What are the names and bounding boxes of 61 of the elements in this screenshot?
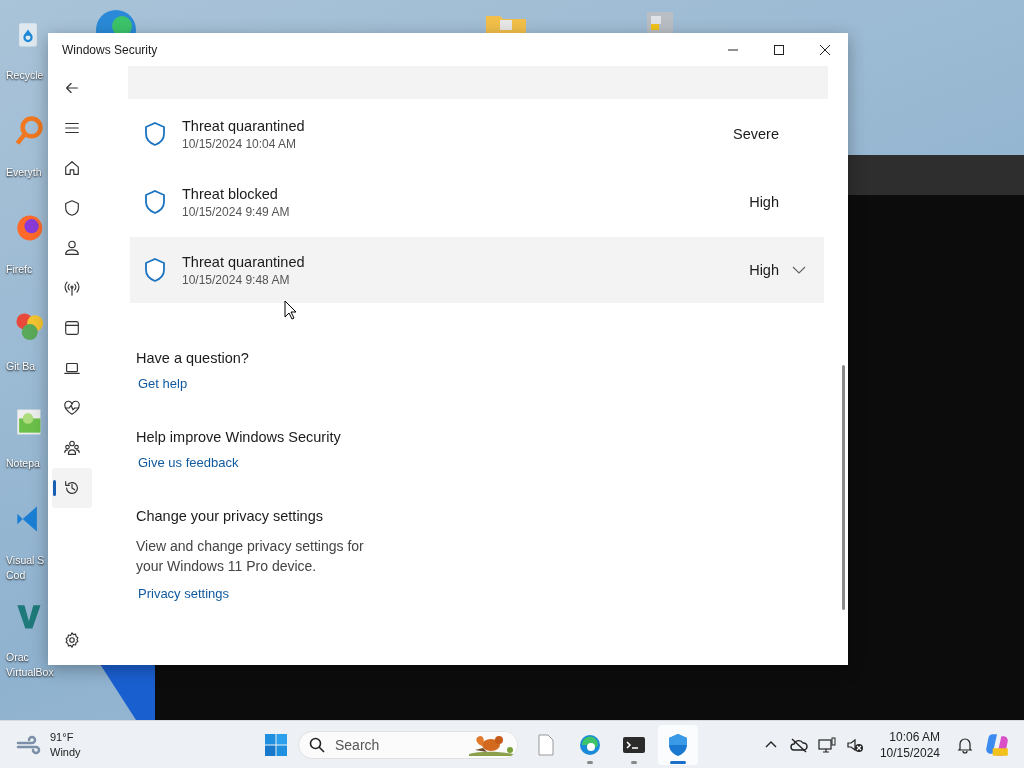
desktop-icon-label: Recycle	[6, 68, 44, 83]
bell-icon[interactable]	[956, 735, 974, 754]
antenna-icon	[63, 279, 81, 297]
desktop-icon-label: Visual S	[6, 553, 45, 568]
severity-label: High	[749, 262, 779, 278]
threat-date: 10/15/2024 9:49 AM	[182, 204, 290, 219]
threat-title: Threat quarantined	[182, 117, 305, 134]
search-field[interactable]: Search	[298, 730, 518, 759]
desktop-icon-label: Orac	[6, 650, 29, 665]
severity-label: Severe	[733, 126, 779, 142]
section-heading: Change your privacy settings	[136, 508, 323, 524]
window-icon	[63, 319, 81, 337]
maximize-icon	[773, 43, 785, 56]
weather-condition: Windy	[50, 744, 81, 760]
threat-date: 10/15/2024 10:04 AM	[182, 136, 297, 151]
section-description: View and change privacy settings for your Windows 11 Pro device.	[136, 537, 365, 576]
shield-icon	[63, 199, 81, 217]
temperature: 91°F	[50, 729, 75, 745]
heart-pulse-icon	[63, 399, 81, 417]
settings-icon	[63, 631, 81, 649]
threat-title: Threat quarantined	[182, 253, 305, 270]
clock[interactable]: 10:06 AM 10/15/2024	[879, 728, 940, 761]
desktop-icon-label: Notepa	[6, 456, 40, 471]
history-button[interactable]	[52, 468, 92, 508]
close-icon	[819, 43, 831, 56]
desktop-icon-label: Cod	[6, 568, 26, 583]
shield-icon	[666, 732, 690, 757]
browser-icon	[578, 732, 602, 757]
selection-indicator	[53, 480, 56, 496]
threat-date: 10/15/2024 9:48 AM	[182, 272, 290, 287]
windows-logo-icon	[264, 732, 288, 757]
shield-icon	[143, 257, 167, 283]
network-icon[interactable]	[817, 735, 836, 754]
person-icon	[63, 239, 81, 257]
people-icon	[63, 439, 81, 457]
wind-icon	[16, 734, 42, 755]
desktop-icon-label: Git Ba	[6, 359, 36, 374]
desktop-icon-label: Firefc	[6, 262, 33, 277]
search-icon	[309, 736, 325, 753]
link[interactable]: Get help	[138, 376, 188, 391]
desktop-icon-label: VirtualBox	[6, 665, 54, 680]
section-heading: Help improve Windows Security	[136, 429, 341, 445]
copilot-icon[interactable]	[984, 731, 1010, 758]
threat-row[interactable]: Threat quarantined 10/15/2024 10:04 AM Severe	[130, 101, 824, 167]
shield-app-button[interactable]	[658, 724, 698, 765]
scrollbar[interactable]	[842, 365, 845, 610]
chevron-down-icon[interactable]	[792, 266, 806, 274]
window-title: Windows Security	[62, 42, 159, 57]
desktop-icon-label: Everyth	[6, 165, 42, 180]
link[interactable]: Give us feedback	[138, 455, 239, 470]
severity-label: High	[749, 194, 779, 210]
shield-icon	[143, 121, 167, 147]
home-icon	[63, 159, 81, 177]
threat-row[interactable]: Threat blocked 10/15/2024 9:49 AM High	[130, 169, 824, 235]
link[interactable]: Privacy settings	[138, 586, 230, 601]
threat-row[interactable]: Threat quarantined 10/15/2024 9:48 AM High	[130, 237, 824, 303]
history-icon	[63, 479, 81, 497]
mouse-cursor-icon	[284, 300, 297, 320]
shield-icon	[143, 189, 167, 215]
section-heading: Have a question?	[136, 350, 249, 366]
threat-title: Threat blocked	[182, 185, 278, 202]
